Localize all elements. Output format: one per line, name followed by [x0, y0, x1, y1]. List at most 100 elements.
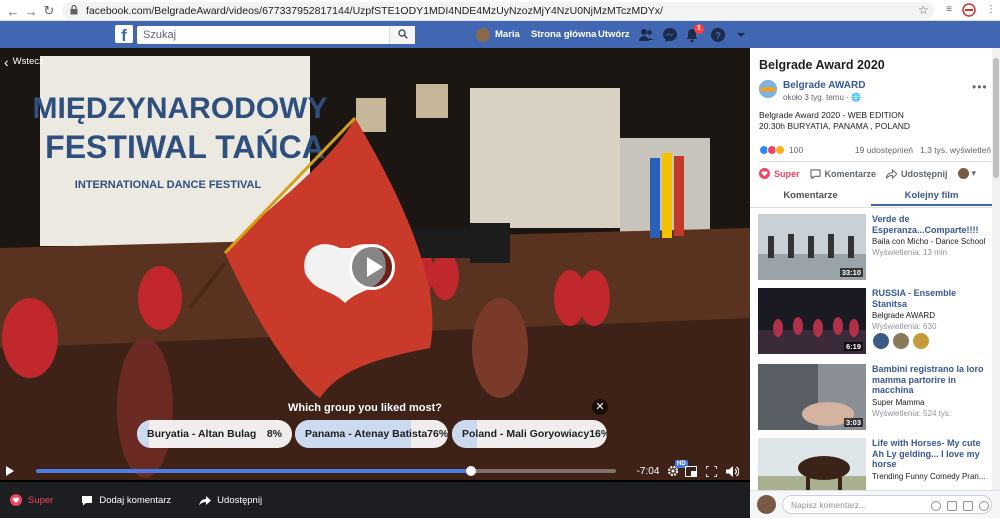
- url-text: facebook.com/BelgradeAward/videos/677337…: [86, 4, 663, 17]
- friends-icon[interactable]: [638, 27, 654, 43]
- poll-close-button[interactable]: ✕: [592, 399, 608, 415]
- address-bar[interactable]: facebook.com/BelgradeAward/videos/677337…: [62, 2, 934, 19]
- profile-link[interactable]: Maria: [476, 21, 520, 48]
- poll-option-poland[interactable]: Poland - Mali Goryowiacy 16%: [452, 420, 607, 448]
- poll-option-label: Buryatia - Altan Bulag: [147, 428, 257, 440]
- comment-icon: [82, 495, 93, 505]
- video-thumbnail[interactable]: 3:03: [758, 364, 866, 430]
- progress-bar[interactable]: [36, 466, 616, 476]
- play-button[interactable]: [349, 244, 395, 290]
- video-duration: 6:19: [843, 342, 863, 351]
- svg-text:?: ?: [715, 31, 721, 42]
- poll-option-panama[interactable]: Panama - Atenay Batista 76%: [295, 420, 448, 448]
- post-as-selector[interactable]: ▾: [957, 168, 976, 179]
- scrollbar-thumb[interactable]: [993, 58, 999, 178]
- post-like-button[interactable]: Super: [759, 168, 800, 179]
- home-link[interactable]: Strona główna: [531, 21, 596, 48]
- page-avatar[interactable]: [759, 80, 777, 98]
- miniplayer-icon[interactable]: [684, 464, 698, 478]
- extension-icon[interactable]: [962, 3, 976, 17]
- post-description: Belgrade Award 2020 - WEB EDITION 20.30h…: [759, 110, 911, 131]
- poll-option-label: Panama - Atenay Batista: [305, 428, 428, 440]
- back-arrow-icon[interactable]: ←: [4, 2, 22, 20]
- back-label: Wstecz: [12, 56, 44, 67]
- reactions-count: 100: [789, 145, 804, 155]
- like-label: Super: [28, 494, 54, 506]
- account-menu-caret-icon[interactable]: [736, 30, 752, 46]
- post-like-label: Super: [774, 168, 800, 179]
- search-icon: [397, 28, 408, 42]
- facebook-logo[interactable]: f: [115, 25, 133, 43]
- menu-dots-icon[interactable]: ⋮: [984, 3, 998, 17]
- search-button[interactable]: [389, 26, 415, 44]
- bookmark-star-icon[interactable]: ☆: [918, 3, 929, 17]
- video-title-link[interactable]: Bambini registrano la loro mamma partori…: [872, 364, 990, 396]
- video-title-link[interactable]: RUSSIA - Ensemble Stanitsa: [872, 288, 990, 309]
- gif-icon[interactable]: [963, 501, 973, 511]
- reading-list-icon[interactable]: ≡: [942, 3, 956, 17]
- play-small-icon[interactable]: [2, 464, 16, 478]
- forward-arrow-icon[interactable]: →: [22, 2, 40, 20]
- play-icon: [367, 257, 383, 277]
- video-channel[interactable]: Trending Funny Comedy Pran...: [872, 472, 990, 481]
- emoji-icon[interactable]: [931, 501, 941, 511]
- back-button[interactable]: ‹ Wstecz: [4, 53, 44, 70]
- search-input[interactable]: [137, 26, 389, 44]
- shares-count[interactable]: 19 udostępnień: [855, 145, 913, 155]
- poll-question: Which group you liked most?: [288, 402, 442, 414]
- tab-comments[interactable]: Komentarze: [750, 186, 871, 206]
- avatar: [757, 495, 776, 514]
- lock-icon: [70, 4, 82, 17]
- chevron-left-icon: ‹: [4, 53, 9, 70]
- sidebar-tabs: Komentarze Kolejny film: [750, 186, 992, 206]
- comment-input[interactable]: [791, 498, 911, 512]
- post-share-label: Udostępnij: [901, 168, 948, 179]
- video-duration: 3:03: [843, 418, 863, 427]
- divider: [750, 207, 992, 208]
- post-comment-label: Komentarze: [824, 168, 877, 179]
- video-thumbnail[interactable]: 33:10: [758, 214, 866, 280]
- browser-toolbar: ← → ↻ facebook.com/BelgradeAward/videos/…: [0, 0, 1000, 21]
- video-title-link[interactable]: Life with Horses- My cute Ah Ly gelding.…: [872, 438, 990, 470]
- comment-box: [782, 495, 992, 514]
- help-icon[interactable]: ?: [710, 27, 726, 43]
- video-channel[interactable]: Baila con Micho - Dance School: [872, 237, 990, 246]
- list-item[interactable]: 3:03 Bambini registrano la loro mamma pa…: [758, 364, 990, 434]
- user-name: Maria: [495, 29, 520, 40]
- poll-option-buryatia[interactable]: Buryatia - Altan Bulag 8%: [137, 420, 292, 448]
- more-options-icon[interactable]: •••: [972, 80, 988, 94]
- post-time-text: około 3 tyg. temu ·: [783, 93, 852, 102]
- tab-next-video[interactable]: Kolejny film: [871, 186, 992, 206]
- video-channel[interactable]: Super Mamma: [872, 398, 990, 407]
- share-view-counts: 19 udostępnień 1,3 tys. wyświetleń: [855, 145, 991, 155]
- create-link[interactable]: Utwórz: [598, 21, 630, 48]
- video-player[interactable]: MIĘDZYNARODOWY FESTIWAL TAŃCA INTERNATIO…: [0, 48, 750, 518]
- share-button[interactable]: Udostępnij: [199, 495, 262, 506]
- comment-button[interactable]: Dodaj komentarz: [81, 495, 171, 506]
- reload-icon[interactable]: ↻: [40, 2, 58, 20]
- notification-badge: 1: [694, 24, 704, 34]
- progress-handle[interactable]: [466, 466, 476, 476]
- post-comment-button[interactable]: Komentarze: [809, 168, 877, 179]
- like-button[interactable]: Super: [10, 494, 53, 506]
- list-item[interactable]: 33:10 Verde de Esperanza...Comparte!!!! …: [758, 214, 990, 284]
- video-channel[interactable]: Belgrade AWARD: [872, 311, 990, 320]
- reactions-summary[interactable]: 100: [759, 145, 803, 155]
- wow-reaction-icon: [775, 145, 785, 155]
- messenger-icon[interactable]: [662, 27, 678, 43]
- fullscreen-icon[interactable]: [704, 464, 718, 478]
- create-label: Utwórz: [598, 29, 630, 40]
- list-item[interactable]: 6:19 RUSSIA - Ensemble Stanitsa Belgrade…: [758, 288, 990, 358]
- page-name-link[interactable]: Belgrade AWARD: [783, 80, 865, 91]
- camera-icon[interactable]: [947, 501, 957, 511]
- share-label: Udostępnij: [217, 494, 263, 506]
- volume-icon[interactable]: [724, 464, 740, 478]
- post-share-button[interactable]: Udostępnij: [886, 168, 948, 179]
- poll-option-percent: 76%: [427, 428, 448, 440]
- video-thumbnail[interactable]: 6:19: [758, 288, 866, 354]
- comment-composer: [750, 490, 1000, 518]
- heart-icon: [759, 168, 770, 179]
- video-title-link[interactable]: Verde de Esperanza...Comparte!!!!: [872, 214, 990, 235]
- divider: [759, 161, 991, 162]
- sticker-icon[interactable]: [979, 501, 989, 511]
